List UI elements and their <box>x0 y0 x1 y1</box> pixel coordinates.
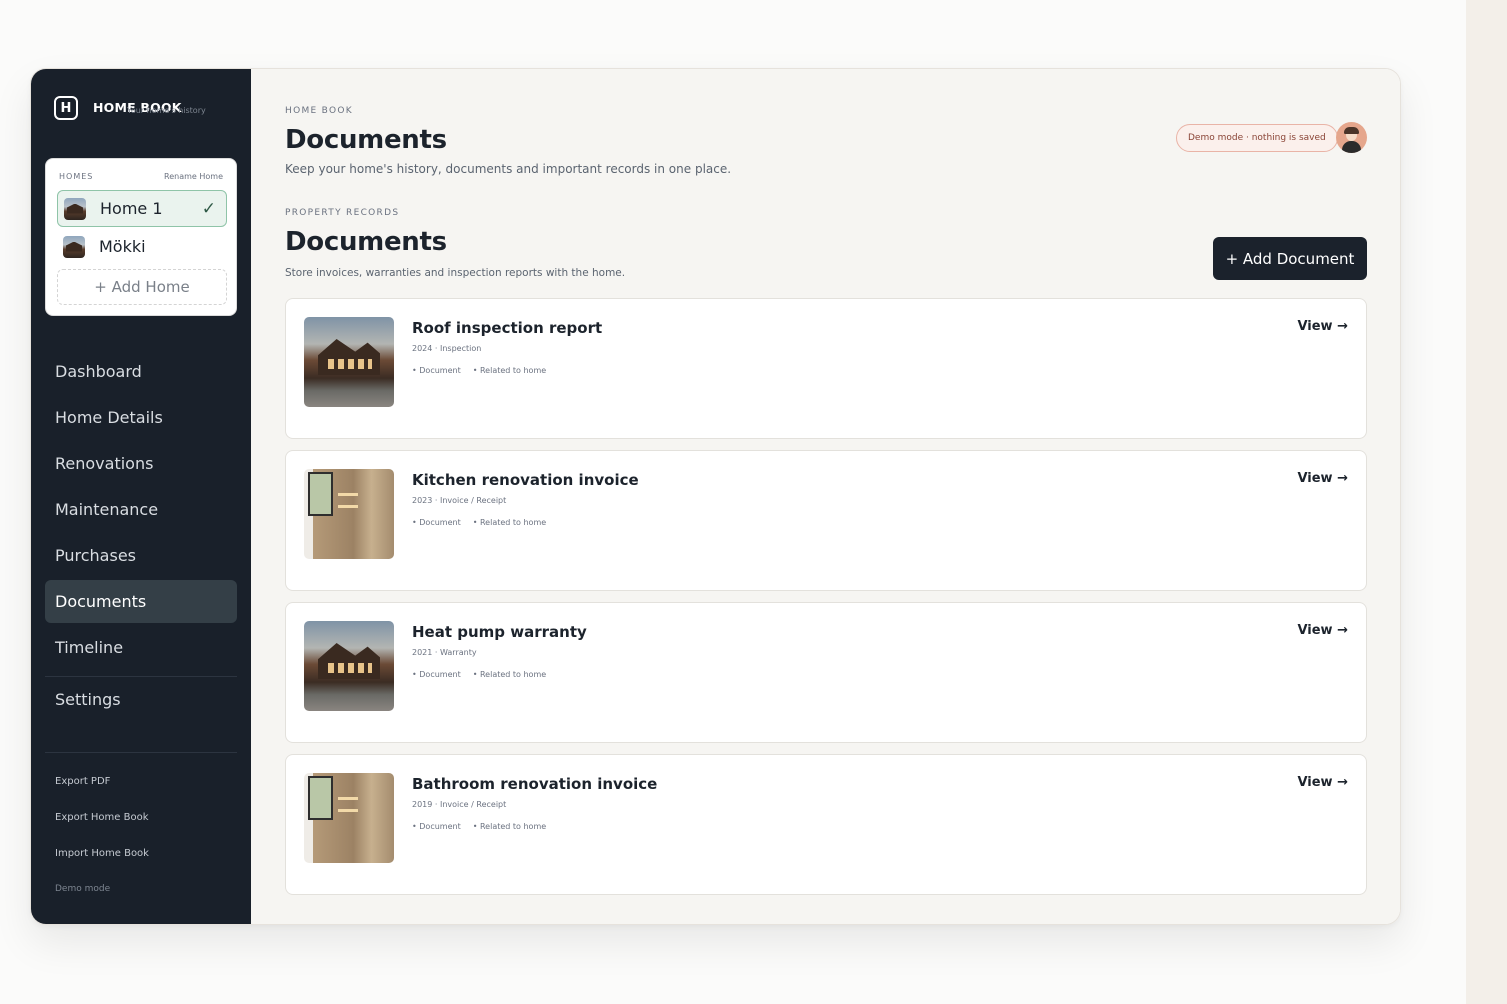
document-tags: • Document • Related to home <box>412 366 546 375</box>
nav-renovations[interactable]: Renovations <box>45 442 237 485</box>
section-title: Documents <box>285 227 447 257</box>
document-tag: • Document <box>412 822 461 831</box>
nav-purchases[interactable]: Purchases <box>45 534 237 577</box>
document-tags: • Document • Related to home <box>412 518 546 527</box>
document-card[interactable]: Roof inspection report 2024 · Inspection… <box>285 298 1367 439</box>
homes-switcher: HOMES Rename Home Home 1 ✓ Mökki + Add H… <box>45 158 237 316</box>
nav-maintenance[interactable]: Maintenance <box>45 488 237 531</box>
import-home-book-link[interactable]: Import Home Book <box>55 848 149 859</box>
page-title: Documents <box>285 125 447 155</box>
document-thumbnail <box>304 773 394 863</box>
checkmark-icon: ✓ <box>201 198 216 219</box>
rename-home-button[interactable]: Rename Home <box>164 172 223 181</box>
document-meta: 2021 · Warranty <box>412 648 477 657</box>
brand-tagline: Your home's history <box>127 106 206 115</box>
document-card[interactable]: Bathroom renovation invoice 2019 · Invoi… <box>285 754 1367 895</box>
nav-settings[interactable]: Settings <box>45 678 237 721</box>
document-thumbnail <box>304 317 394 407</box>
app-window: H HOME BOOK Your home's history HOMES Re… <box>30 68 1401 925</box>
document-card[interactable]: Heat pump warranty 2021 · Warranty • Doc… <box>285 602 1367 743</box>
main-content: HOME BOOK Documents Keep your home's his… <box>251 69 1400 924</box>
avatar[interactable] <box>1336 122 1367 153</box>
home-book-logo-icon: H <box>54 96 78 120</box>
brand[interactable]: H HOME BOOK Your home's history <box>54 96 206 120</box>
home-item-home-1[interactable]: Home 1 ✓ <box>57 190 227 227</box>
nav-documents[interactable]: Documents <box>45 580 237 623</box>
home-thumbnail <box>64 197 86 220</box>
document-tag: • Document <box>412 366 461 375</box>
document-title: Bathroom renovation invoice <box>412 775 658 793</box>
page-edge-strip <box>1466 0 1507 1004</box>
home-name: Mökki <box>99 237 146 256</box>
export-pdf-link[interactable]: Export PDF <box>55 776 110 787</box>
document-card[interactable]: Kitchen renovation invoice 2023 · Invoic… <box>285 450 1367 591</box>
view-document-link[interactable]: View → <box>1297 623 1348 638</box>
home-name: Home 1 <box>100 199 163 218</box>
section-eyebrow: PROPERTY RECORDS <box>285 208 400 218</box>
add-home-button[interactable]: + Add Home <box>57 269 227 305</box>
view-document-link[interactable]: View → <box>1297 775 1348 790</box>
header-eyebrow: HOME BOOK <box>285 106 353 116</box>
section-subtitle: Store invoices, warranties and inspectio… <box>285 267 626 279</box>
view-document-link[interactable]: View → <box>1297 471 1348 486</box>
document-thumbnail <box>304 469 394 559</box>
document-thumbnail <box>304 621 394 711</box>
footer-divider <box>45 752 237 753</box>
export-home-book-link[interactable]: Export Home Book <box>55 812 149 823</box>
demo-mode-badge: Demo mode · nothing is saved <box>1176 124 1338 152</box>
nav-timeline[interactable]: Timeline <box>45 626 237 669</box>
document-tag: • Related to home <box>472 366 547 375</box>
home-thumbnail <box>63 235 85 258</box>
nav-divider <box>45 676 237 677</box>
nav-home-details[interactable]: Home Details <box>45 396 237 439</box>
nav-dashboard[interactable]: Dashboard <box>45 350 237 393</box>
view-document-link[interactable]: View → <box>1297 319 1348 334</box>
document-tag: • Related to home <box>472 822 547 831</box>
document-tags: • Document • Related to home <box>412 670 546 679</box>
demo-mode-label: Demo mode <box>55 884 111 894</box>
page-subtitle: Keep your home's history, documents and … <box>285 162 732 176</box>
document-meta: 2024 · Inspection <box>412 344 482 353</box>
document-tag: • Related to home <box>472 518 547 527</box>
document-tag: • Document <box>412 670 461 679</box>
home-item-mokki[interactable]: Mökki <box>57 228 227 265</box>
homes-label: HOMES <box>59 172 94 181</box>
document-title: Kitchen renovation invoice <box>412 471 639 489</box>
document-tags: • Document • Related to home <box>412 822 546 831</box>
document-meta: 2019 · Invoice / Receipt <box>412 800 507 809</box>
document-tag: • Related to home <box>472 670 547 679</box>
add-document-button[interactable]: + Add Document <box>1213 237 1367 280</box>
sidebar: H HOME BOOK Your home's history HOMES Re… <box>31 69 251 924</box>
document-title: Roof inspection report <box>412 319 603 337</box>
document-meta: 2023 · Invoice / Receipt <box>412 496 507 505</box>
document-tag: • Document <box>412 518 461 527</box>
document-title: Heat pump warranty <box>412 623 587 641</box>
